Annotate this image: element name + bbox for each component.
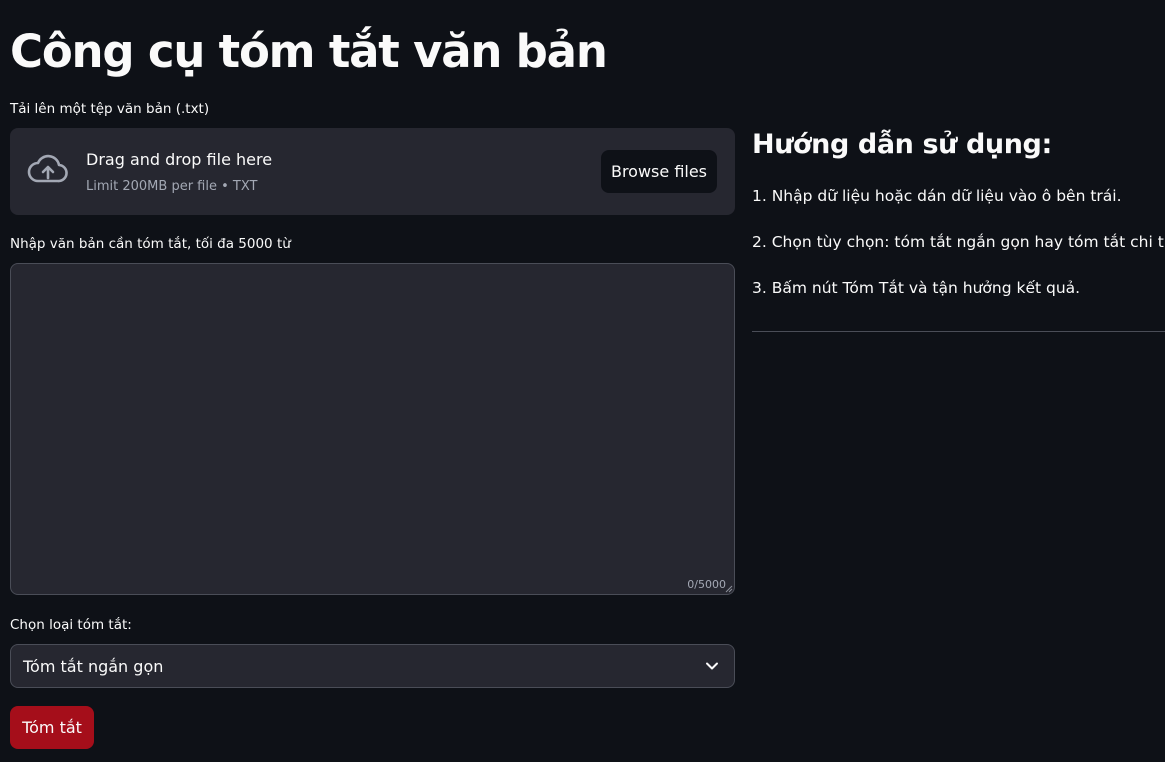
page-title: Công cụ tóm tắt văn bản (10, 25, 608, 78)
resize-handle-icon[interactable] (724, 584, 733, 593)
character-counter: 0/5000 (687, 578, 726, 591)
app-page: Công cụ tóm tắt văn bản Tải lên một tệp … (0, 0, 1165, 762)
file-dropzone[interactable]: Drag and drop file here Limit 200MB per … (10, 128, 735, 215)
guide-title: Hướng dẫn sử dụng: (752, 129, 1052, 160)
browse-files-button[interactable]: Browse files (601, 150, 717, 193)
divider (752, 331, 1165, 332)
guide-step: 1. Nhập dữ liệu hoặc dán dữ liệu vào ô b… (752, 187, 1122, 205)
chevron-down-icon (706, 662, 718, 670)
dropzone-instructions: Drag and drop file here (86, 150, 273, 169)
text-input-container: 0/5000 (10, 263, 735, 595)
guide-step: 2. Chọn tùy chọn: tóm tắt ngắn gọn hay t… (752, 233, 1165, 251)
summary-type-select[interactable]: Tóm tắt ngắn gọn (10, 644, 735, 688)
summary-type-selected: Tóm tắt ngắn gọn (23, 657, 164, 676)
text-input[interactable] (11, 264, 734, 594)
summary-type-label: Chọn loại tóm tắt: (10, 617, 132, 633)
summarize-button[interactable]: Tóm tắt (10, 706, 94, 749)
uploader-label: Tải lên một tệp văn bản (.txt) (10, 101, 210, 117)
guide-step: 3. Bấm nút Tóm Tắt và tận hưởng kết quả. (752, 279, 1081, 297)
cloud-upload-icon (27, 154, 68, 183)
dropzone-limit-text: Limit 200MB per file • TXT (86, 179, 258, 194)
text-input-label: Nhập văn bản cần tóm tắt, tối đa 5000 từ (10, 236, 291, 252)
